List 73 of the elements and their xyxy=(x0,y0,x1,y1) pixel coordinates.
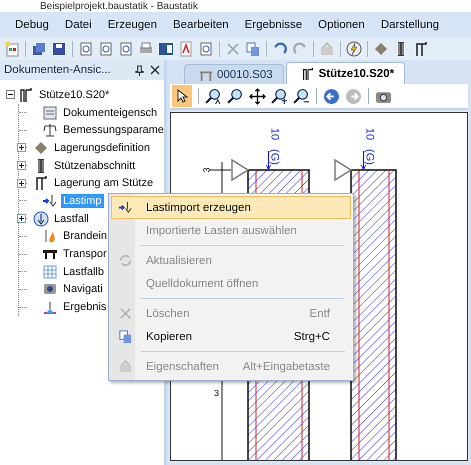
node-icon xyxy=(42,264,58,280)
new-document-icon[interactable] xyxy=(4,41,20,57)
zoom-in-icon[interactable] xyxy=(271,88,288,104)
lightning-icon[interactable] xyxy=(346,41,362,57)
menu-item[interactable]: Erzeugen xyxy=(98,19,164,31)
tree-item[interactable]: Stütze10.S20* xyxy=(37,88,112,102)
menu-item[interactable]: Bearbeiten xyxy=(164,19,236,31)
back-icon[interactable] xyxy=(323,88,340,104)
menu-item[interactable]: Debug xyxy=(6,19,56,31)
tree-item[interactable]: Bemessungsparame xyxy=(61,123,166,138)
menu-item[interactable]: Lastimport erzeugen xyxy=(111,196,351,219)
menu-item[interactable]: Datei xyxy=(56,19,99,31)
tree-item[interactable]: Lastfallb xyxy=(61,264,106,279)
tree-item[interactable]: Stützenabschnitt xyxy=(52,158,138,173)
page-icon[interactable] xyxy=(78,41,94,57)
zoom-icon[interactable] xyxy=(227,88,244,104)
close-icon[interactable] xyxy=(150,65,160,75)
copy-icon[interactable] xyxy=(245,41,261,57)
load-case-label: (G) xyxy=(364,149,376,165)
tree-item[interactable]: Transpor xyxy=(61,247,109,262)
arrow-down-icon xyxy=(118,200,132,215)
tree-item[interactable]: Ergebnis xyxy=(61,300,108,314)
tree-item[interactable]: Lastfall xyxy=(52,212,91,226)
node-icon xyxy=(42,104,58,121)
shortcut-label: Entf xyxy=(310,308,331,320)
move-icon[interactable] xyxy=(249,88,266,104)
panel-title: Dokumenten-Ansic... xyxy=(4,64,112,76)
expand-icon[interactable] xyxy=(17,178,26,188)
shortcut-label: Alt+Eingabetaste xyxy=(242,360,331,372)
pointer-icon[interactable] xyxy=(172,85,192,107)
tree-item[interactable]: Navigati xyxy=(61,282,105,296)
load-arrow xyxy=(361,150,366,172)
collapse-icon[interactable] xyxy=(6,90,15,100)
delete-icon xyxy=(118,306,132,321)
menu-item[interactable]: Optionen xyxy=(309,19,372,31)
node-icon xyxy=(42,192,58,209)
pin-icon[interactable] xyxy=(135,64,144,76)
tree-item[interactable]: Brandein xyxy=(61,229,110,244)
node-icon xyxy=(33,140,49,156)
shortcut-label: Strg+C xyxy=(294,330,331,342)
load-value: 10 xyxy=(268,128,281,140)
copy-icon xyxy=(118,329,132,344)
node-icon xyxy=(33,210,49,227)
column-support-icon xyxy=(300,66,315,80)
support-triangle xyxy=(334,158,352,182)
load-case-label: (G) xyxy=(268,149,281,165)
node-icon xyxy=(42,122,58,138)
stack-icon[interactable] xyxy=(31,41,47,57)
expand-icon[interactable] xyxy=(17,161,26,170)
tab-label: 00010.S03 xyxy=(217,68,273,80)
load-arrow xyxy=(266,150,271,172)
save-icon[interactable] xyxy=(51,41,67,57)
menu-item[interactable]: Kopieren Strg+C xyxy=(111,325,351,348)
document-tab[interactable]: Stütze10.S20* xyxy=(286,62,406,84)
tab-label: Stütze10.S20* xyxy=(318,68,394,80)
refresh-icon xyxy=(118,253,132,268)
tree-item[interactable]: Lagerung am Stütze xyxy=(52,176,156,190)
tree-item[interactable]: Lagerungsdefinition xyxy=(52,140,152,155)
dimension-label: 3 xyxy=(214,388,219,398)
load-value: 10 xyxy=(364,128,376,140)
document-tab[interactable]: 00010.S03 xyxy=(184,64,284,84)
column-support-icon xyxy=(18,86,34,103)
menu-item[interactable]: Darstellung xyxy=(372,19,446,31)
node-icon xyxy=(42,299,58,316)
menu-item[interactable]: Ergebnisse xyxy=(236,19,310,31)
zoom-out-icon[interactable] xyxy=(293,88,310,104)
expand-icon[interactable] xyxy=(17,214,26,224)
undo-icon[interactable] xyxy=(272,41,288,57)
support-triangle xyxy=(231,158,250,182)
expand-icon[interactable] xyxy=(17,143,26,152)
zoom-all-icon[interactable] xyxy=(205,88,222,104)
window-title: Beispielprojekt.baustatik - Baustatik xyxy=(40,0,198,12)
tree-item[interactable]: Dokumenteigensch xyxy=(61,106,160,120)
